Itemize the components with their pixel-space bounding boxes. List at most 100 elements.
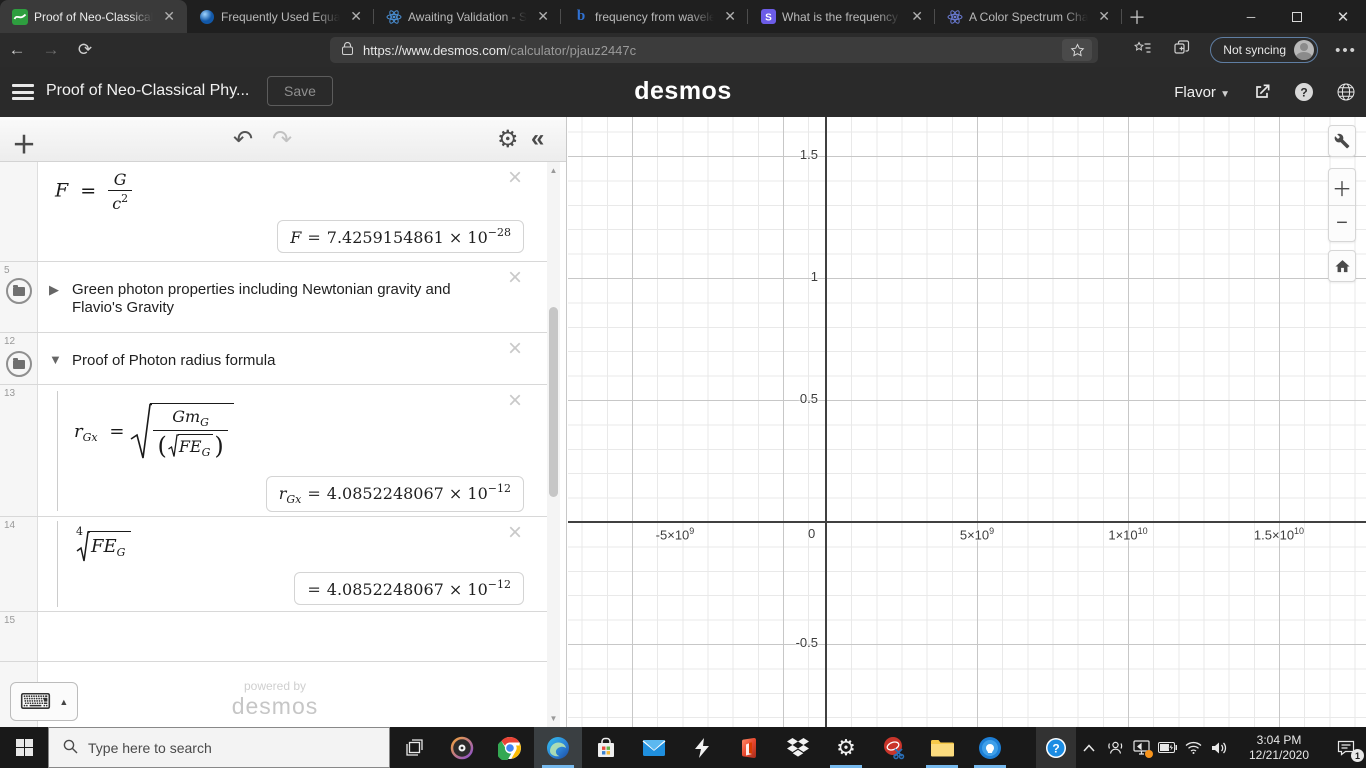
lock-icon[interactable]: [342, 41, 353, 58]
tab-close-icon[interactable]: ✕: [346, 8, 366, 25]
delete-expression-icon[interactable]: ×: [508, 389, 522, 413]
expression-scrollbar[interactable]: ▲ ▼: [547, 162, 560, 727]
undo-icon[interactable]: ↶: [233, 125, 253, 154]
tab-desmos-calculator[interactable]: Proof of Neo-Classical P ✕: [0, 0, 187, 33]
chrome-icon[interactable]: [486, 727, 534, 768]
svg-text:?: ?: [1300, 86, 1307, 100]
start-button[interactable]: [0, 727, 48, 768]
folder-expanded-arrow-icon[interactable]: ▼: [49, 352, 62, 367]
back-icon[interactable]: ←: [0, 40, 34, 60]
scrollbar-thumb[interactable]: [549, 307, 558, 497]
tab-groups-icon[interactable]: [1162, 40, 1202, 60]
account-menu[interactable]: Flavor ▼: [1174, 84, 1230, 101]
collapse-panel-icon[interactable]: «: [531, 125, 544, 153]
svg-text:?: ?: [1052, 741, 1059, 755]
address-bar[interactable]: https://www.desmos.com/calculator/pjauz2…: [330, 37, 1098, 63]
forward-icon[interactable]: →: [34, 40, 68, 60]
delete-expression-icon[interactable]: ×: [508, 337, 522, 361]
dropbox-icon[interactable]: [774, 727, 822, 768]
expression-row-14[interactable]: 14 × 4 FEG = 4.0852248067 × 10−12: [0, 517, 548, 612]
display-alert-icon[interactable]: [1128, 727, 1154, 768]
close-button[interactable]: ✕: [1320, 0, 1366, 33]
keyboard-toggle-button[interactable]: ⌨ ▲: [10, 682, 78, 721]
minimize-button[interactable]: ─: [1228, 0, 1274, 33]
redo-icon[interactable]: ↷: [272, 125, 292, 154]
folder-title[interactable]: Proof of Photon radius formula: [72, 352, 498, 370]
folder-icon[interactable]: [6, 351, 32, 377]
task-view-button[interactable]: [390, 727, 438, 768]
zoom-out-button[interactable]: −: [1329, 205, 1355, 241]
add-favorite-icon[interactable]: [1062, 39, 1092, 61]
tab-frequency-from-wavelength[interactable]: b frequency from wavelen ✕: [561, 0, 748, 33]
url-host: https://www.desmos.com: [363, 42, 507, 58]
graph-settings-gear-icon[interactable]: ⚙: [497, 125, 519, 154]
scroll-up-icon[interactable]: ▲: [547, 166, 560, 175]
zoom-in-button[interactable]: ＋: [1329, 169, 1355, 205]
help-icon[interactable]: ?: [1294, 82, 1314, 102]
graph-canvas[interactable]: ＋ − -5×109 0 5×109 1×1010 1.5×1010 1.5 1 0.5 -0.…: [568, 117, 1366, 727]
delete-expression-icon[interactable]: ×: [508, 166, 522, 190]
get-help-icon[interactable]: ?: [1036, 727, 1076, 768]
share-icon[interactable]: [1252, 82, 1272, 102]
folder-row-12[interactable]: 12 × ▼ Proof of Photon radius formula: [0, 333, 548, 385]
refresh-icon[interactable]: ⟳: [68, 40, 102, 60]
new-tab-button[interactable]: ＋: [1122, 3, 1152, 31]
scroll-down-icon[interactable]: ▼: [547, 714, 560, 723]
show-hidden-icons-chevron[interactable]: [1076, 727, 1102, 768]
browser-menu-icon[interactable]: •••: [1326, 42, 1366, 59]
tab-close-icon[interactable]: ✕: [159, 8, 179, 25]
action-center-icon[interactable]: 1: [1326, 727, 1366, 768]
add-expression-icon[interactable]: ＋: [12, 125, 36, 160]
graph-settings-wrench-button[interactable]: [1328, 125, 1356, 157]
tab-close-icon[interactable]: ✕: [533, 8, 553, 25]
tab-close-icon[interactable]: ✕: [720, 8, 740, 25]
lightning-app-icon[interactable]: [678, 727, 726, 768]
language-globe-icon[interactable]: [1336, 82, 1356, 102]
taskbar-search-input[interactable]: Type here to search: [48, 727, 390, 768]
expression-toolbar: ＋ ↶ ↷ ⚙ «: [0, 117, 566, 162]
tab-what-is-the-frequency[interactable]: S What is the frequency o ✕: [748, 0, 935, 33]
desmos-favicon: [12, 8, 28, 25]
folder-title[interactable]: Green photon properties including Newton…: [72, 281, 498, 317]
desmos-logo[interactable]: desmos: [0, 77, 1366, 106]
delete-expression-icon[interactable]: ×: [508, 266, 522, 290]
search-placeholder: Type here to search: [88, 739, 212, 756]
file-explorer-icon[interactable]: [918, 727, 966, 768]
volume-icon[interactable]: [1206, 727, 1232, 768]
tab-close-icon[interactable]: ✕: [1094, 8, 1114, 25]
y-axis-tick-label: -0.5: [795, 635, 818, 650]
tab-close-icon[interactable]: ✕: [907, 8, 927, 25]
row-number: 15: [4, 615, 16, 626]
mail-icon[interactable]: [630, 727, 678, 768]
svg-text:S: S: [765, 13, 772, 24]
edge-icon[interactable]: [534, 727, 582, 768]
folder-collapsed-arrow-icon[interactable]: ▶: [49, 282, 59, 298]
row-number: 5: [4, 265, 10, 276]
folder-row-5[interactable]: 5 × ▶ Green photon properties including …: [0, 262, 548, 333]
clock-time: 3:04 PM: [1256, 732, 1302, 747]
delete-expression-icon[interactable]: ×: [508, 521, 522, 545]
notification-count-badge: 1: [1351, 749, 1364, 762]
media-app-icon[interactable]: [438, 727, 486, 768]
default-viewport-home-button[interactable]: [1328, 250, 1356, 282]
expression-row-4[interactable]: × F = G c2 F = 7.4259154861 × 10−28: [0, 162, 548, 262]
snipping-tool-icon[interactable]: [870, 727, 918, 768]
settings-icon[interactable]: ⚙: [822, 727, 870, 768]
collections-icon[interactable]: [1122, 40, 1162, 60]
maximize-button[interactable]: [1274, 0, 1320, 33]
tab-color-spectrum-chart[interactable]: A Color Spectrum Chart ✕: [935, 0, 1122, 33]
tab-awaiting-validation[interactable]: Awaiting Validation - Sc ✕: [374, 0, 561, 33]
expression-row-13[interactable]: 13 × rGx = GmG (FEG) rGx = 4.085224806…: [0, 385, 548, 517]
profile-button[interactable]: Not syncing: [1210, 37, 1318, 63]
x-axis: [568, 521, 1366, 523]
taskbar-clock[interactable]: 3:04 PM 12/21/2020: [1236, 733, 1322, 763]
blue-circle-app-icon[interactable]: [966, 727, 1014, 768]
expression-row-15[interactable]: 15: [0, 612, 548, 662]
socratic-favicon: S: [760, 9, 776, 25]
wifi-icon[interactable]: [1180, 727, 1206, 768]
microsoft-store-icon[interactable]: [582, 727, 630, 768]
folder-icon[interactable]: [6, 278, 32, 304]
tab-frequently-used-equations[interactable]: Frequently Used Equati ✕: [187, 0, 374, 33]
meet-now-icon[interactable]: [1102, 727, 1128, 768]
office-icon[interactable]: [726, 727, 774, 768]
